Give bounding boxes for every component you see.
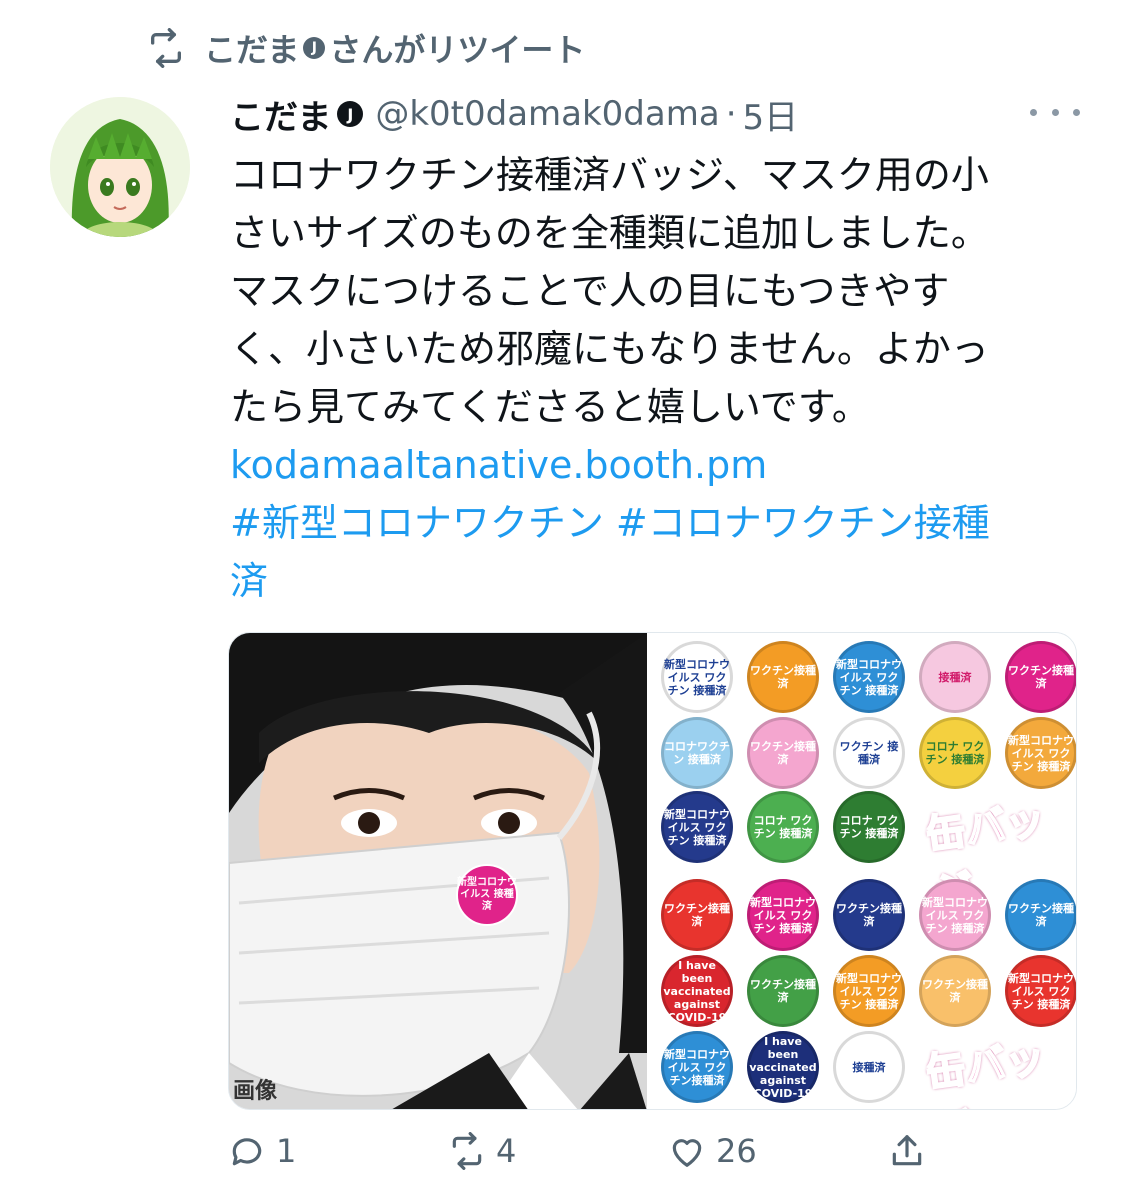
like-button[interactable]: 26	[668, 1132, 757, 1170]
tweet-text-line: さいサイズのものを全種類に追加しました。	[230, 211, 989, 255]
photo-illustration	[229, 633, 647, 1109]
tweet-header: こだま J @k0t0damak0dama · 5日	[230, 86, 798, 142]
vaccine-badge: ワクチン接種済	[661, 879, 733, 951]
separator: ·	[725, 94, 737, 134]
retweet-icon	[452, 1132, 482, 1170]
reply-count: 1	[276, 1132, 297, 1170]
vaccine-badge: コロナ ワクチン 接種済	[919, 717, 991, 789]
retweeter-name: こだま	[204, 31, 300, 69]
vaccine-badge: ワクチン接種済	[747, 641, 819, 713]
display-name[interactable]: こだま	[230, 90, 331, 139]
vaccine-badge: 新型コロナウイルス ワクチン 接種済	[833, 641, 905, 713]
retweet-label: こだま J さんがリツイート	[204, 25, 585, 71]
more-dot	[1073, 108, 1080, 116]
vaccine-badge: 接種済	[919, 641, 991, 713]
image-watermark: 画像	[233, 1079, 278, 1104]
tweet-text-line: く、小さいため邪魔にもなりません。よかっ	[230, 327, 989, 371]
vaccine-badge: 新型コロナウイルス ワクチン 接種済	[1005, 955, 1076, 1027]
vaccine-badge: コロナ ワクチン 接種済	[833, 791, 905, 863]
retweet-icon	[151, 28, 181, 68]
hashtag-line-cont[interactable]: 済	[230, 552, 1080, 610]
like-count: 26	[716, 1132, 757, 1170]
vaccine-badge: I have been vaccinated against COVID-19	[661, 955, 733, 1027]
reply-icon	[232, 1138, 262, 1166]
more-dot	[1030, 108, 1037, 116]
verified-badge: J	[337, 101, 364, 127]
more-options-icon[interactable]	[1030, 100, 1080, 124]
vaccine-badge: ワクチン 接種済	[833, 717, 905, 789]
vaccine-badge: ワクチン接種済	[919, 955, 991, 1027]
tweet-text: コロナワクチン接種済バッジ、マスク用の小 さいサイズのものを全種類に追加しました…	[230, 146, 1080, 610]
tweet-text-line: たら見てみてくださると嬉しいです。	[230, 385, 870, 429]
vaccine-badge: コロナワクチン 接種済	[661, 717, 733, 789]
vaccine-badge: ワクチン接種済	[747, 955, 819, 1027]
timestamp[interactable]: 5日	[743, 90, 799, 139]
retweet-count: 4	[496, 1132, 517, 1170]
vaccine-badge: コロナ ワクチン 接種済	[747, 791, 819, 863]
retweet-context[interactable]: こだま J さんがリツイート	[146, 26, 585, 70]
vaccine-badge: ワクチン接種済	[1005, 641, 1076, 713]
vaccine-badge: 新型コロナウイルス ワクチン 接種済	[661, 791, 733, 863]
tweet-text-line: マスクにつけることで人の目にもつきやす	[230, 269, 950, 313]
vaccine-badge: 接種済	[833, 1031, 905, 1103]
vaccine-badge: 新型コロナウイルス ワクチン 接種済	[1005, 717, 1076, 789]
vaccine-badge: ワクチン接種済	[833, 879, 905, 951]
hashtag-line[interactable]: #新型コロナワクチン #コロナワクチン接種	[230, 494, 1080, 552]
vaccine-badge: ワクチン接種済	[1005, 879, 1076, 951]
reply-button[interactable]: 1	[228, 1132, 296, 1170]
retweet-suffix: さんがリツイート	[329, 31, 586, 69]
retweet-button[interactable]: 4	[448, 1132, 516, 1170]
vaccine-badge: 新型コロナウイルス ワクチン 接種済	[919, 879, 991, 951]
handle[interactable]: @k0t0damak0dama	[375, 94, 719, 134]
masked-woman-photo: 新型コロナウイルス 接種済 画像	[229, 633, 647, 1109]
badge-grid: 缶バッジ 缶バッジ 新型コロナウイルス ワクチン 接種済 ワクチン接種済 新型コロナ…	[647, 633, 1076, 1109]
share-button[interactable]	[888, 1132, 926, 1170]
vaccine-badge: 新型コロナウイルス ワクチン接種済	[661, 1031, 733, 1103]
tweet-actions: 1 4 26	[228, 1132, 948, 1188]
avatar[interactable]	[50, 97, 190, 237]
tweet-media[interactable]: 新型コロナウイルス 接種済 画像 缶バッジ 缶バッジ 新型コロナウイルス ワクチ…	[228, 632, 1077, 1110]
tweet-text-line: コロナワクチン接種済バッジ、マスク用の小	[230, 153, 989, 197]
avatar-illustration	[50, 97, 190, 237]
heart-icon	[672, 1139, 702, 1167]
vaccine-badge: 新型コロナウイルス ワクチン 接種済	[833, 955, 905, 1027]
mask-badge: 新型コロナウイルス 接種済	[457, 877, 517, 912]
vaccine-badge: 新型コロナウイルス ワクチン 接種済	[661, 641, 733, 713]
vaccine-badge: I have been vaccinated against COVID-19	[747, 1031, 819, 1103]
can-badge-label: 缶バッジ	[922, 1034, 1049, 1109]
vaccine-badge: 新型コロナウイルス ワクチン 接種済	[747, 879, 819, 951]
booth-link[interactable]: kodamaaltanative.booth.pm	[230, 436, 1080, 494]
retweeter-badge: J	[303, 37, 326, 59]
share-icon	[892, 1135, 922, 1166]
more-dot	[1051, 108, 1059, 116]
vaccine-badge: ワクチン接種済	[747, 717, 819, 789]
